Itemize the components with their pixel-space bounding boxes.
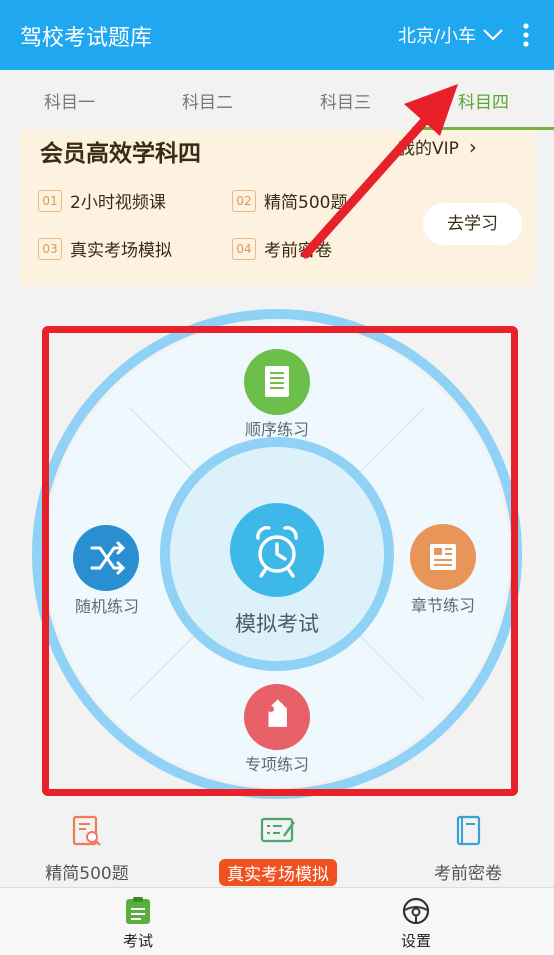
document-list-icon <box>265 366 289 397</box>
mock-exam-node[interactable] <box>230 503 324 597</box>
vip-item-number: 02 <box>232 189 256 212</box>
vip-item-label: 考前密卷 <box>264 241 332 261</box>
vip-card: 会员高效学科四 我的VIP › 01 2小时视频课 02 精简500题 03 真… <box>20 130 534 286</box>
vip-item-number: 04 <box>232 237 256 260</box>
search-document-icon <box>72 815 101 846</box>
chevron-down-icon <box>483 29 503 41</box>
nav-label: 设置 <box>400 932 431 950</box>
chapter-practice-node[interactable] <box>410 524 476 590</box>
quick-item-label: 考前密卷 <box>434 864 502 884</box>
quick-item-label: 真实考场模拟 <box>219 859 337 886</box>
quick-item-real-exam[interactable]: 真实考场模拟 <box>216 814 340 886</box>
vip-item-number: 01 <box>38 189 62 212</box>
vip-item: 01 2小时视频课 <box>38 188 166 213</box>
sequential-practice-label: 顺序练习 <box>244 420 309 439</box>
go-study-button[interactable]: 去学习 <box>423 203 522 245</box>
vip-item-label: 2小时视频课 <box>70 193 166 213</box>
vip-item-number: 03 <box>38 237 62 260</box>
edit-list-icon <box>260 817 295 843</box>
city-selector[interactable]: 北京/小车 <box>398 22 504 48</box>
random-practice-node[interactable] <box>73 525 139 591</box>
sequential-practice-node[interactable] <box>244 349 310 415</box>
app-bar: 驾校考试题库 北京/小车 <box>0 0 554 70</box>
chevron-right-icon: › <box>468 134 477 159</box>
nav-exam[interactable]: 考试 <box>110 896 166 951</box>
quick-access-row: 精简500题 真实考场模拟 考前密卷 <box>0 810 554 886</box>
clipboard-icon <box>126 897 150 924</box>
nav-settings[interactable]: 设置 <box>388 896 444 951</box>
newspaper-icon <box>430 544 456 570</box>
tab-subject-1[interactable]: 科目一 <box>44 88 95 113</box>
book-icon <box>456 815 481 846</box>
vip-item-label: 精简500题 <box>264 193 348 213</box>
app-title: 驾校考试题库 <box>20 26 153 51</box>
more-vert-icon[interactable] <box>518 22 534 48</box>
chapter-practice-label: 章节练习 <box>410 596 475 615</box>
vip-item: 03 真实考场模拟 <box>38 236 172 261</box>
special-practice-node[interactable] <box>244 684 310 750</box>
my-vip-link[interactable]: 我的VIP › <box>398 134 477 160</box>
quick-item-secret-paper[interactable]: 考前密卷 <box>430 814 506 884</box>
my-vip-label: 我的VIP <box>398 139 459 159</box>
practice-wheel <box>32 309 522 799</box>
tab-subject-3[interactable]: 科目三 <box>320 88 371 113</box>
steering-wheel-icon <box>402 897 430 925</box>
quick-item-500[interactable]: 精简500题 <box>44 814 130 884</box>
tab-subject-2[interactable]: 科目二 <box>182 88 233 113</box>
quick-item-label: 精简500题 <box>45 864 129 884</box>
tab-subject-4[interactable]: 科目四 <box>458 88 509 113</box>
bottom-navigation: 考试 设置 <box>0 887 554 955</box>
vip-title: 会员高效学科四 <box>40 141 201 167</box>
vip-item: 04 考前密卷 <box>232 236 332 261</box>
vip-item-label: 真实考场模拟 <box>70 241 172 261</box>
subject-tabs: 科目一 科目二 科目三 科目四 <box>0 70 554 130</box>
practice-wheel-panel: 顺序练习 随机练习 章节练习 专项练习 模拟考试 <box>20 298 534 810</box>
nav-label: 考试 <box>122 932 153 950</box>
random-practice-label: 随机练习 <box>74 597 139 616</box>
city-label: 北京/小车 <box>398 26 477 47</box>
mock-exam-label: 模拟考试 <box>235 612 319 636</box>
vip-item: 02 精简500题 <box>232 188 347 213</box>
special-practice-label: 专项练习 <box>244 755 309 774</box>
